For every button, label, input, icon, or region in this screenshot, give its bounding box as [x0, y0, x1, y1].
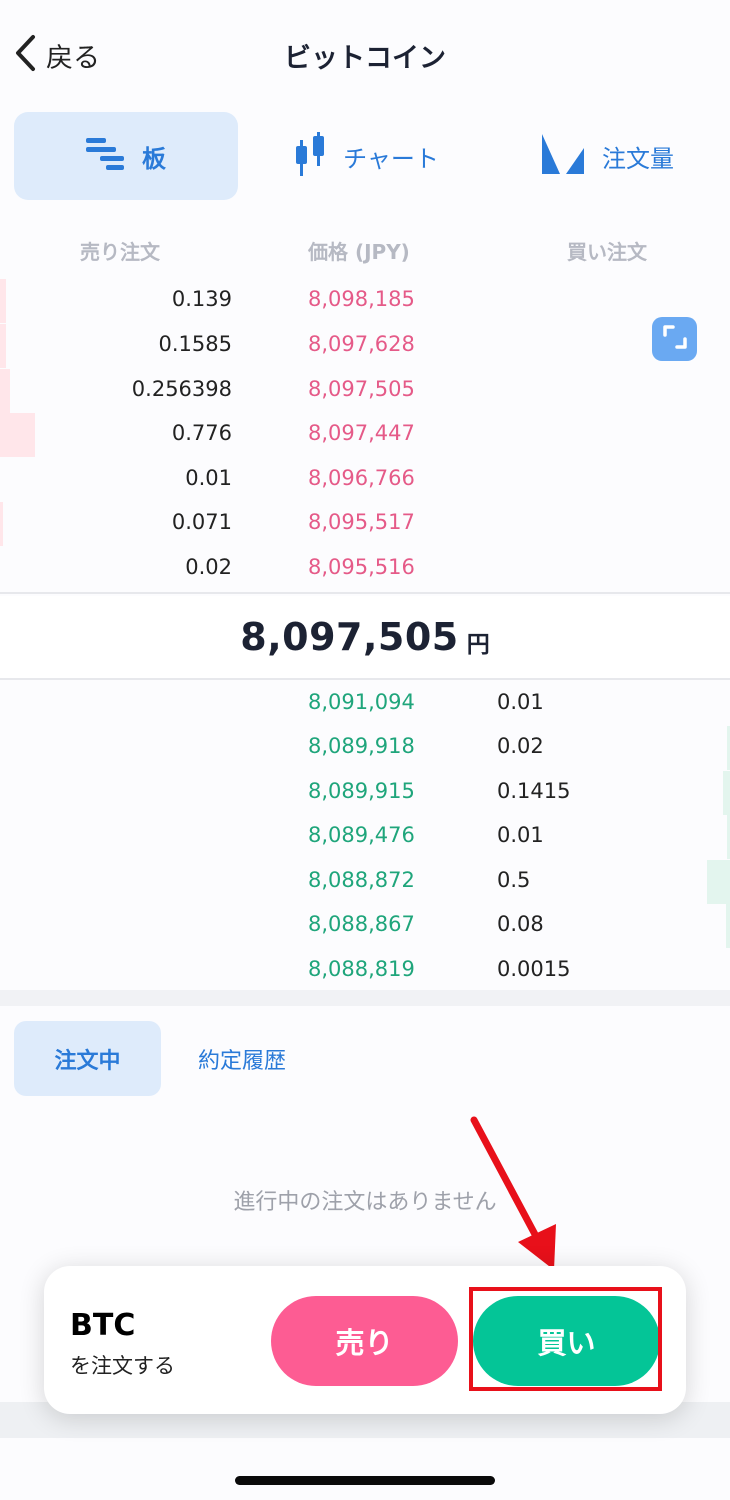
- tab-volume-label: 注文量: [602, 144, 674, 173]
- price-header: 価格 (JPY): [308, 240, 410, 264]
- ask-price: 8,095,517: [308, 510, 415, 534]
- bid-price: 8,088,867: [308, 912, 415, 936]
- order-book-icon: [86, 136, 124, 176]
- ask-price: 8,097,505: [308, 377, 415, 401]
- bid-depth-bar: [726, 904, 730, 948]
- bid-price: 8,088,819: [308, 957, 415, 981]
- bid-row[interactable]: 8,089,915 0.1415: [0, 771, 730, 815]
- bid-qty: 0.08: [497, 912, 544, 936]
- current-price: 8,097,505 円: [0, 596, 730, 678]
- ask-depth-bar: [0, 369, 10, 413]
- ask-row[interactable]: 0.01 8,096,766: [0, 458, 730, 502]
- divider: [0, 678, 730, 680]
- asset-subtitle: を注文する: [70, 1354, 175, 1378]
- tab-open-orders[interactable]: 注文中: [14, 1021, 161, 1096]
- sell-button[interactable]: 売り: [271, 1296, 458, 1386]
- tab-chart-label: チャート: [343, 144, 439, 173]
- ask-qty: 0.02: [185, 555, 232, 579]
- ask-price: 8,097,628: [308, 332, 415, 356]
- divider: [0, 592, 730, 594]
- tab-trade-history[interactable]: 約定履歴: [198, 1021, 286, 1096]
- bid-depth-bar: [723, 771, 730, 815]
- ask-qty: 0.1585: [158, 332, 232, 356]
- ask-qty: 0.01: [185, 466, 232, 490]
- ask-qty: 0.139: [171, 287, 232, 311]
- bid-price: 8,089,476: [308, 823, 415, 847]
- bid-price: 8,088,872: [308, 868, 415, 892]
- ask-depth-bar: [0, 502, 3, 546]
- section-divider: [0, 990, 730, 1006]
- bid-row[interactable]: 8,089,918 0.02: [0, 726, 730, 770]
- bid-row[interactable]: 8,088,867 0.08: [0, 904, 730, 948]
- ask-row[interactable]: 0.02 8,095,516: [0, 547, 730, 591]
- bid-qty: 0.0015: [497, 957, 571, 981]
- ask-row[interactable]: 0.139 8,098,185: [0, 279, 730, 323]
- bid-row[interactable]: 8,091,094 0.01: [0, 682, 730, 726]
- ask-row[interactable]: 0.071 8,095,517: [0, 502, 730, 546]
- expand-button[interactable]: [652, 317, 697, 361]
- ask-qty: 0.256398: [131, 377, 232, 401]
- sell-orders-header: 売り注文: [80, 240, 160, 264]
- bid-row[interactable]: 8,088,872 0.5: [0, 860, 730, 904]
- empty-orders-message: 進行中の注文はありません: [233, 1190, 497, 1215]
- buy-orders-header: 買い注文: [567, 240, 647, 264]
- tab-chart[interactable]: チャート: [255, 112, 479, 200]
- tab-order-book-label: 板: [142, 144, 166, 173]
- ask-depth-bar: [0, 413, 35, 457]
- ask-qty: 0.071: [171, 510, 232, 534]
- asset-symbol: BTC: [70, 1308, 136, 1343]
- ask-price: 8,095,516: [308, 555, 415, 579]
- bid-depth-bar: [707, 860, 730, 904]
- bid-row[interactable]: 8,088,819 0.0015: [0, 949, 730, 993]
- ask-depth-bar: [0, 279, 6, 323]
- annotation-highlight-box: [469, 1287, 662, 1391]
- bid-price: 8,089,918: [308, 734, 415, 758]
- page-title: ビットコイン: [284, 43, 446, 74]
- ask-row[interactable]: 0.1585 8,097,628: [0, 324, 730, 368]
- bid-qty: 0.01: [497, 823, 544, 847]
- ask-row[interactable]: 0.776 8,097,447: [0, 413, 730, 457]
- expand-icon: [662, 324, 688, 354]
- bid-qty: 0.02: [497, 734, 544, 758]
- current-price-unit: 円: [466, 632, 490, 658]
- tab-order-book[interactable]: 板: [14, 112, 238, 200]
- current-price-value: 8,097,505: [240, 615, 459, 659]
- bid-qty: 0.5: [497, 868, 531, 892]
- depth-chart-icon: [542, 134, 584, 178]
- annotation-arrow-icon: [470, 1116, 556, 1270]
- bid-qty: 0.01: [497, 690, 544, 714]
- home-indicator[interactable]: [235, 1476, 495, 1485]
- bid-price: 8,089,915: [308, 779, 415, 803]
- ask-price: 8,098,185: [308, 287, 415, 311]
- candlestick-icon: [295, 132, 325, 180]
- bid-row[interactable]: 8,089,476 0.01: [0, 815, 730, 859]
- tab-volume[interactable]: 注文量: [500, 112, 716, 200]
- ask-row[interactable]: 0.256398 8,097,505: [0, 369, 730, 413]
- bid-qty: 0.1415: [497, 779, 571, 803]
- ask-depth-bar: [0, 324, 6, 368]
- ask-price: 8,097,447: [308, 421, 415, 445]
- ask-price: 8,096,766: [308, 466, 415, 490]
- ask-qty: 0.776: [171, 421, 232, 445]
- bid-price: 8,091,094: [308, 690, 415, 714]
